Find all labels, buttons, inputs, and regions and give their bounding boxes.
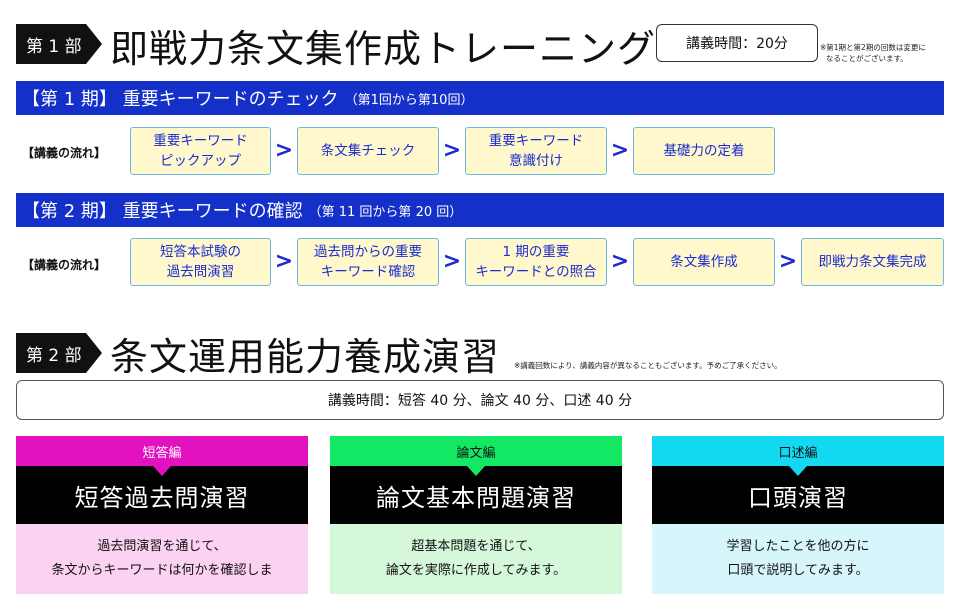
column-tanto-head-label: 短答編 — [142, 445, 182, 461]
column-tanto-desc: 過去問演習を通じて、 条文からキーワードは何かを確認しま — [16, 524, 308, 594]
part1-tag-arrow — [85, 24, 102, 64]
column-kojutsu-head: 口述編 — [652, 436, 944, 476]
phase2-step-4-label: 条文集作成 — [670, 254, 738, 270]
phase1-step-3: 重要キーワード 意識付け — [465, 127, 607, 175]
column-ronbun-notch — [467, 466, 485, 476]
phase2-step-5-label: 即戦力条文集完成 — [818, 254, 927, 270]
phase2-step-4: 条文集作成 — [633, 238, 775, 286]
column-kojutsu-desc: 学習したことを他の方に 口頭で説明してみます。 — [652, 524, 944, 594]
phase2-step-1: 短答本試験の 過去問演習 — [130, 238, 271, 286]
column-ronbun-desc: 超基本問題を通じて、 論文を実際に作成してみます。 — [330, 524, 622, 594]
part1-time-box: 講義時間：20分 — [656, 24, 818, 62]
phase2-step-2-label: 過去問からの重要 キーワード確認 — [314, 244, 422, 280]
phase2-step-3: 1 期の重要 キーワードとの照合 — [465, 238, 607, 286]
chevron-right-icon: > — [442, 249, 462, 274]
phase2-flow-label: 【講義の流れ】 — [22, 258, 107, 272]
phase2-step-2: 過去問からの重要 キーワード確認 — [297, 238, 439, 286]
column-kojutsu-notch — [789, 466, 807, 476]
phase2-step-3-label: 1 期の重要 キーワードとの照合 — [475, 244, 597, 280]
part2-note: ※講義回数により、講義内容が異なることもございます。予めご了承ください。 — [514, 361, 782, 370]
part1-title: 即戦力条文集作成トレーニング — [110, 27, 657, 71]
part2-tag-label: 第 2 部 — [16, 333, 86, 373]
phase1-bar: 【第 1 期】 重要キーワードのチェック （第1回から第10回） — [16, 81, 944, 115]
chevron-right-icon: > — [274, 249, 294, 274]
chevron-right-icon: > — [442, 138, 462, 163]
part2-time-box: 講義時間：短答 40 分、論文 40 分、口述 40 分 — [16, 380, 944, 420]
chevron-right-icon: > — [610, 138, 630, 163]
phase2-step-5: 即戦力条文集完成 — [801, 238, 944, 286]
chevron-right-icon: > — [610, 249, 630, 274]
column-kojutsu: 口述編 口頭演習 学習したことを他の方に 口頭で説明してみます。 — [652, 436, 944, 594]
part1-tag: 第 1 部 — [16, 24, 102, 64]
phase1-step-3-label: 重要キーワード 意識付け — [488, 133, 584, 169]
column-tanto-notch — [153, 466, 171, 476]
column-tanto-desc-text: 過去問演習を通じて、 条文からキーワードは何かを確認しま — [51, 539, 273, 578]
phase2-step-1-label: 短答本試験の 過去問演習 — [160, 244, 241, 280]
phase1-step-4-label: 基礎力の定着 — [663, 143, 745, 159]
phase1-step-4: 基礎力の定着 — [633, 127, 775, 175]
phase2-title: 【第 2 期】 重要キーワードの確認 — [22, 201, 303, 222]
phase1-flow-label: 【講義の流れ】 — [22, 146, 107, 160]
part1-tag-label: 第 1 部 — [16, 24, 86, 64]
phase1-step-1: 重要キーワード ピックアップ — [130, 127, 271, 175]
part1-note-line1: ※第1期と第2期の回数は変更に — [820, 43, 926, 52]
part1-note-line2: なることがございます。 — [826, 54, 908, 63]
chevron-right-icon: > — [778, 249, 798, 274]
column-tanto: 短答編 短答過去問演習 過去問演習を通じて、 条文からキーワードは何かを確認しま — [16, 436, 308, 594]
chevron-right-icon: > — [274, 138, 294, 163]
column-ronbun-desc-text: 超基本問題を通じて、 論文を実際に作成してみます。 — [385, 539, 567, 578]
column-ronbun-head-label: 論文編 — [456, 445, 496, 461]
column-kojutsu-head-label: 口述編 — [778, 445, 818, 461]
phase1-step-2-label: 条文集チェック — [320, 143, 416, 159]
part2-tag-arrow — [85, 333, 102, 373]
part1-note: ※第1期と第2期の回数は変更に なることがございます。 — [820, 42, 926, 64]
part2-title: 条文運用能力養成演習 — [110, 335, 501, 379]
phase1-step-2: 条文集チェック — [297, 127, 439, 175]
column-ronbun: 論文編 論文基本問題演習 超基本問題を通じて、 論文を実際に作成してみます。 — [330, 436, 622, 594]
phase1-title: 【第 1 期】 重要キーワードのチェック — [22, 89, 339, 110]
phase2-subtitle: （第 11 回から第 20 回） — [308, 204, 463, 220]
column-ronbun-head: 論文編 — [330, 436, 622, 476]
phase1-step-1-label: 重要キーワード ピックアップ — [153, 133, 248, 169]
part2-tag: 第 2 部 — [16, 333, 102, 373]
phase2-bar: 【第 2 期】 重要キーワードの確認 （第 11 回から第 20 回） — [16, 193, 944, 227]
column-kojutsu-desc-text: 学習したことを他の方に 口頭で説明してみます。 — [726, 539, 870, 578]
column-tanto-head: 短答編 — [16, 436, 308, 476]
phase1-subtitle: （第1回から第10回） — [344, 92, 474, 108]
